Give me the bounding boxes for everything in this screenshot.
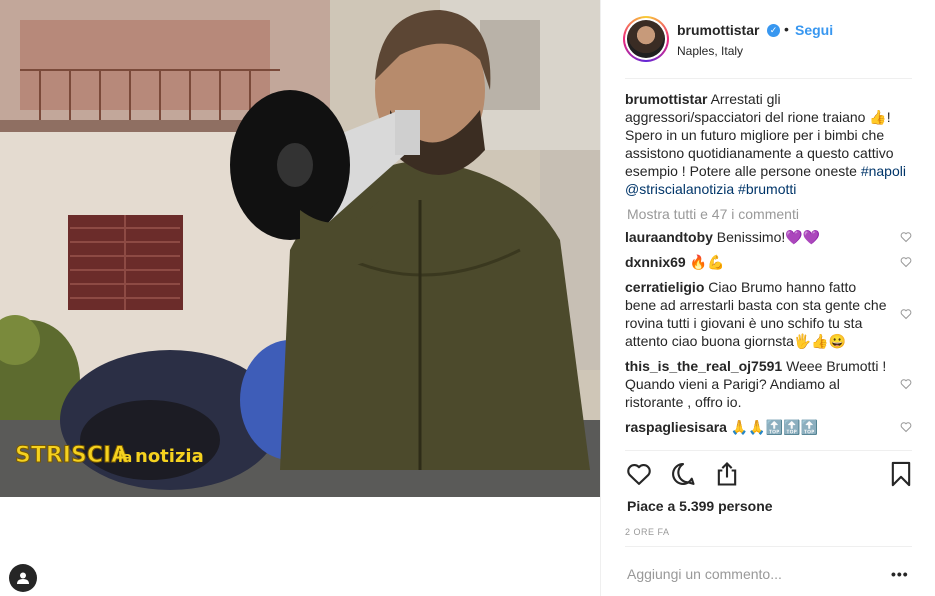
- comment-item: cerratieligio Ciao Brumo hanno fatto ben…: [625, 278, 912, 350]
- bookmark-icon[interactable]: [887, 460, 915, 488]
- header-username[interactable]: brumottistar: [677, 22, 759, 38]
- mention-link[interactable]: @striscialanotizia: [625, 181, 734, 197]
- comment-icon[interactable]: [669, 460, 697, 488]
- avatar[interactable]: [623, 16, 669, 62]
- comment-username[interactable]: cerratieligio: [625, 279, 704, 295]
- comment-heart-icon[interactable]: [900, 421, 912, 433]
- comment-item: lauraandtoby Benissimo!💜💜: [625, 228, 912, 246]
- comment-heart-icon[interactable]: [900, 378, 912, 390]
- post-timestamp[interactable]: 2 ORE FA: [625, 527, 670, 537]
- svg-text:notizia: notizia: [135, 446, 204, 467]
- divider: [625, 450, 912, 451]
- action-bar: [625, 460, 912, 490]
- post-photo-image: STRISCIA la notizia: [0, 0, 600, 497]
- follow-button[interactable]: Segui: [795, 22, 833, 38]
- svg-text:la: la: [118, 450, 132, 466]
- comment-username[interactable]: raspagliesisara: [625, 419, 727, 435]
- post-header: brumottistar ✓ • Segui Naples, Italy: [601, 0, 935, 78]
- comments-list[interactable]: brumottistar Arrestati gli aggressori/sp…: [625, 90, 912, 450]
- post-caption: brumottistar Arrestati gli aggressori/sp…: [625, 90, 912, 198]
- comment-heart-icon[interactable]: [900, 308, 912, 320]
- divider: [625, 78, 912, 79]
- header-dot-separator: •: [784, 21, 789, 37]
- view-all-comments-link[interactable]: Mostra tutti e 47 i commenti: [627, 206, 912, 222]
- comment-username[interactable]: this_is_the_real_oj7591: [625, 358, 782, 374]
- share-icon[interactable]: [713, 460, 741, 488]
- comment-item: dxnnix69 🔥💪: [625, 253, 912, 271]
- likes-count[interactable]: Piace a 5.399 persone: [627, 498, 773, 514]
- hashtag-link[interactable]: #brumotti: [738, 181, 796, 197]
- comment-text: 🙏🙏🔝🔝🔝: [730, 419, 819, 435]
- hashtag-link[interactable]: #napoli: [861, 163, 906, 179]
- user-tag-icon: [17, 572, 29, 584]
- location-link[interactable]: Naples, Italy: [677, 44, 743, 58]
- comment-item: this_is_the_real_oj7591 Weee Brumotti ! …: [625, 357, 912, 411]
- comment-username[interactable]: lauraandtoby: [625, 229, 713, 245]
- user-tag-button[interactable]: [9, 564, 37, 592]
- caption-username[interactable]: brumottistar: [625, 91, 707, 107]
- verified-badge-icon: ✓: [767, 24, 780, 37]
- divider: [625, 546, 912, 547]
- comment-item: raspagliesisara 🙏🙏🔝🔝🔝: [625, 418, 912, 436]
- comment-text: 🔥💪: [689, 254, 725, 270]
- comment-heart-icon[interactable]: [900, 231, 912, 243]
- add-comment-input[interactable]: Aggiungi un commento...: [627, 566, 782, 582]
- post-photo[interactable]: STRISCIA la notizia: [0, 0, 600, 497]
- heart-icon[interactable]: [625, 460, 653, 488]
- comment-heart-icon[interactable]: [900, 256, 912, 268]
- post-sidebar: brumottistar ✓ • Segui Naples, Italy bru…: [600, 0, 935, 596]
- comment-username[interactable]: dxnnix69: [625, 254, 686, 270]
- comment-text: Benissimo!💜💜: [716, 229, 821, 245]
- svg-text:STRISCIA: STRISCIA: [15, 443, 128, 468]
- more-options-button[interactable]: •••: [891, 566, 909, 582]
